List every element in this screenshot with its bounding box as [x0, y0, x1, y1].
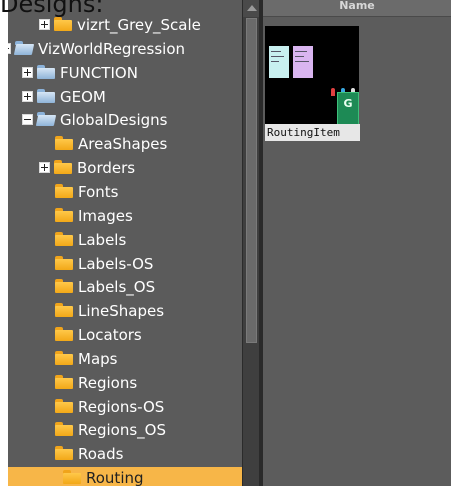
tree-item-roads[interactable]: Roads [55, 443, 123, 466]
tree-item-label: Regions-OS [78, 397, 165, 416]
content-item-routingitem[interactable]: G RoutingItem [265, 26, 360, 143]
tree-item-label: Routing [86, 469, 144, 486]
item-thumbnail-image: G [265, 26, 359, 126]
tree-vertical-scrollbar[interactable] [242, 0, 260, 486]
item-view-panel: Name G RoutingItem [263, 0, 451, 486]
tree-item-label: Labels_OS [78, 278, 156, 297]
tree-item-label: vizrt_Grey_Scale [77, 16, 201, 34]
folder-icon [54, 17, 72, 31]
screenshot-root: vizrt_Grey_Scale VizWorldRegression FUNCTI… [0, 0, 451, 486]
pin-red-icon [331, 88, 335, 96]
folder-icon [54, 160, 72, 175]
tree-item-fonts[interactable]: Fonts [55, 181, 118, 204]
tree-item-geom[interactable]: GEOM [22, 86, 106, 109]
folder-tree-panel: vizrt_Grey_Scale VizWorldRegression FUNCTI… [8, 0, 242, 486]
thumbnail-card-purple [293, 46, 313, 78]
tree-item-vizworldregression[interactable]: VizWorldRegression [8, 38, 185, 61]
folder-icon [55, 303, 73, 318]
tree-item-label: GlobalDesigns [60, 111, 168, 130]
tree-item-labels-os[interactable]: Labels-OS [55, 253, 153, 276]
tree-item-label: VizWorldRegression [38, 39, 186, 58]
tree-item-label: Regions_OS [78, 421, 166, 440]
thumbnail-green-badge: G [337, 92, 359, 126]
tree-item-label: Maps [78, 349, 118, 368]
tree-item-images[interactable]: Images [55, 205, 133, 228]
tree-item-regions[interactable]: Regions [55, 372, 137, 395]
tree-item-label: AreaShapes [78, 135, 168, 154]
folder-icon [55, 183, 73, 198]
tree-item-regions-os[interactable]: Regions-OS [55, 396, 164, 419]
folder-icon [55, 422, 73, 437]
expand-plus-icon[interactable] [22, 90, 33, 102]
folder-blue-icon [13, 40, 35, 55]
folder-icon [55, 446, 73, 461]
folder-icon [63, 470, 81, 485]
folder-icon [55, 327, 73, 342]
vizrt-design-browser: vizrt_Grey_Scale VizWorldRegression FUNCTI… [0, 0, 451, 486]
thumbnail-card-cyan [269, 46, 289, 78]
folder-icon [55, 207, 73, 222]
tree-item-routing[interactable]: Routing [8, 467, 242, 486]
tree-item-labels-os[interactable]: Labels_OS [55, 276, 155, 299]
tree-item-label: Labels [78, 230, 127, 249]
caption-heading: Designs: [0, 0, 104, 18]
expand-plus-icon[interactable] [22, 66, 33, 78]
tree-item-function[interactable]: FUNCTION [22, 62, 138, 85]
tree-item-regions-os[interactable]: Regions_OS [55, 419, 166, 442]
tree-item-label: LineShapes [78, 302, 165, 321]
expand-plus-icon[interactable] [39, 162, 50, 174]
folder-icon [55, 136, 73, 151]
tree-item-label: Labels-OS [78, 254, 154, 273]
item-label: RoutingItem [265, 124, 360, 141]
tree-item-label: Images [78, 206, 133, 225]
tree-item-globaldesigns[interactable]: GlobalDesigns [22, 109, 167, 132]
collapse-minus-icon[interactable] [8, 42, 11, 54]
tree-item-labels[interactable]: Labels [55, 229, 126, 252]
tree-item-borders[interactable]: Borders [39, 157, 135, 180]
tree-item-label: Regions [78, 373, 138, 392]
tree-item-label: Roads [78, 445, 124, 464]
folder-blue-icon [37, 64, 55, 79]
tree-item-label: Borders [77, 159, 136, 178]
tree-item-lineshapes[interactable]: LineShapes [55, 300, 164, 323]
folder-icon [55, 374, 73, 389]
scrollbar-thumb[interactable] [246, 18, 257, 343]
folder-icon [55, 398, 73, 413]
scroll-up-arrow-icon[interactable] [243, 0, 260, 17]
tree-item-label: GEOM [60, 87, 106, 106]
tree-item-areashapes[interactable]: AreaShapes [55, 133, 167, 156]
folder-blue-icon [37, 88, 55, 103]
tree-item-label: FUNCTION [60, 63, 138, 82]
folder-icon [55, 350, 73, 365]
folder-icon [55, 279, 73, 294]
tree-item-label: Fonts [78, 182, 119, 201]
folder-icon [55, 231, 73, 246]
expand-plus-icon[interactable] [39, 19, 50, 30]
name-column-header[interactable]: Name [263, 0, 451, 17]
collapse-minus-icon[interactable] [22, 114, 33, 126]
tree-item-locators[interactable]: Locators [55, 324, 142, 347]
tree-item-maps[interactable]: Maps [55, 348, 117, 371]
folder-blue-icon [35, 112, 57, 127]
tree-item-label: Locators [78, 326, 142, 345]
folder-icon [55, 255, 73, 270]
